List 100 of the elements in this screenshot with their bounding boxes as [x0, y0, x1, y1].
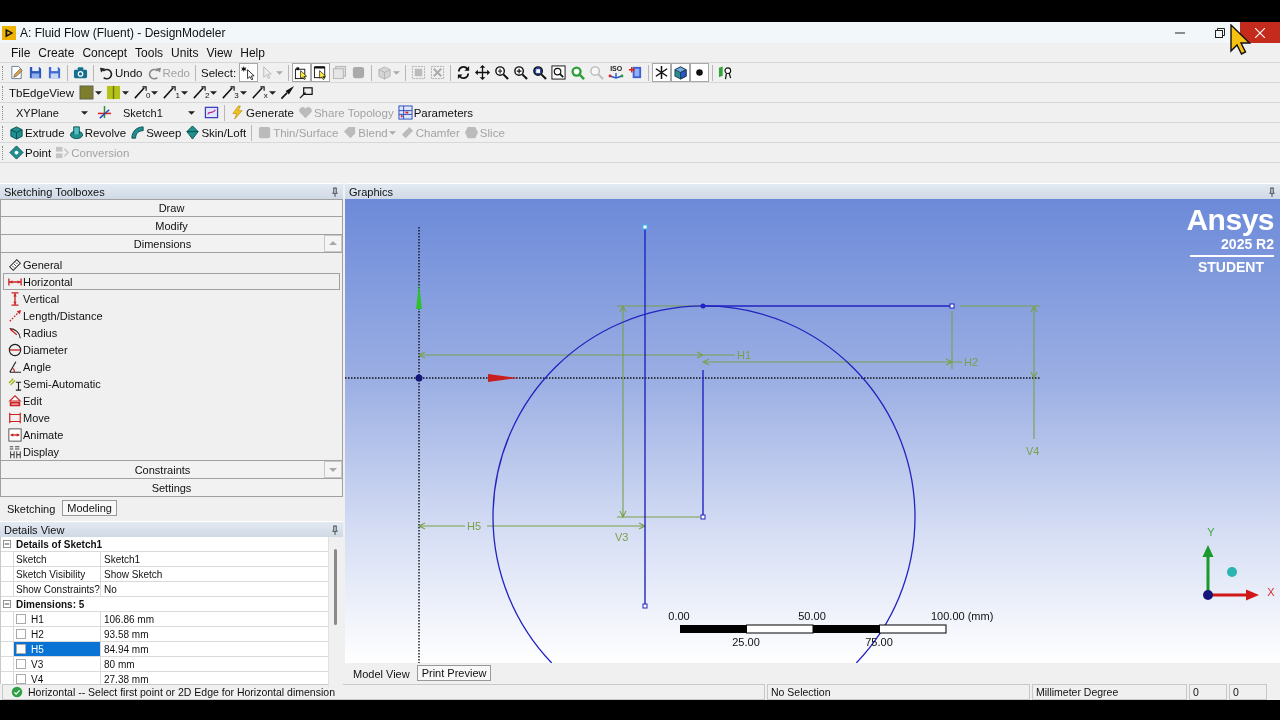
checkbox[interactable] — [16, 629, 26, 639]
generate-button[interactable]: Generate — [228, 103, 296, 122]
property-name-cell[interactable]: H2 — [13, 627, 101, 641]
view-tab[interactable]: Print Preview — [416, 665, 492, 681]
pin-icon[interactable] — [331, 524, 339, 535]
cube-icon — [673, 65, 689, 80]
sweep-button[interactable]: Sweep — [128, 123, 184, 142]
zoom-in-button[interactable] — [511, 63, 531, 82]
toolbox-item[interactable]: Semi-Automatic — [3, 375, 340, 392]
menu-item[interactable]: File — [7, 45, 35, 60]
edge-filter-dropdown[interactable]: 2 — [189, 83, 220, 102]
magnifier-icon — [494, 65, 510, 80]
toolbar-label: TbEdgeView — [8, 86, 75, 99]
property-name-cell[interactable]: Sketch — [13, 552, 101, 566]
property-value-cell[interactable]: No — [101, 582, 328, 596]
axes-icon — [97, 105, 112, 120]
framed-magnifier-icon — [551, 65, 567, 80]
property-value-cell[interactable]: 84.94 mm — [101, 642, 328, 656]
edge-filter-button[interactable] — [311, 63, 331, 82]
checkbox[interactable] — [16, 674, 26, 684]
axis-triad-drawing — [1202, 545, 1259, 601]
toolbox-header[interactable]: Constraints — [0, 461, 343, 479]
menu-item[interactable]: Concept — [78, 45, 132, 60]
close-button[interactable] — [1240, 22, 1280, 43]
property-value-cell[interactable]: 27.38 mm — [101, 672, 328, 686]
property-value-cell[interactable]: 106.86 mm — [101, 612, 328, 626]
toolbox-item[interactable]: General — [3, 256, 340, 273]
zoom-to-fit-button[interactable] — [549, 63, 569, 82]
scrollbar-thumb[interactable] — [334, 549, 337, 625]
zoom-button[interactable] — [492, 63, 512, 82]
model-view-button[interactable] — [671, 63, 691, 82]
property-name-cell[interactable]: H1 — [13, 612, 101, 626]
property-name-cell[interactable]: V3 — [13, 657, 101, 671]
new-plane-button[interactable] — [95, 103, 114, 122]
magnifier-icon — [532, 65, 548, 80]
property-name-cell[interactable]: H5 — [13, 642, 101, 656]
checkbox[interactable] — [16, 644, 26, 654]
toolbox-item[interactable]: Edit — [3, 392, 340, 409]
toolbox-item[interactable]: Move — [3, 409, 340, 426]
dashed-frame-icon — [430, 65, 446, 80]
collapse-icon[interactable] — [3, 540, 11, 548]
skin-loft-button[interactable]: Skin/Loft — [183, 123, 249, 142]
toolbox-item[interactable]: Radius — [3, 324, 340, 341]
dropdown-field[interactable]: Sketch1 — [118, 104, 198, 121]
toolbox-header[interactable]: Settings — [0, 479, 343, 497]
toolbox-header[interactable]: Modify — [0, 217, 343, 235]
edge-filter-dropdown[interactable]: x — [248, 83, 278, 102]
parameters-button[interactable]: Parameters — [395, 103, 476, 122]
edge-filter-dropdown[interactable]: 1 — [160, 83, 190, 102]
menu-item[interactable]: Create — [34, 45, 79, 60]
toolbox-item[interactable]: Length/Distance — [3, 307, 340, 324]
auto-dimension-icon — [8, 376, 22, 391]
edge-filter-dropdown[interactable]: 0 — [131, 83, 161, 102]
menu-item[interactable]: Units — [167, 45, 203, 60]
pan-button[interactable] — [473, 63, 493, 82]
pin-icon[interactable] — [331, 186, 339, 197]
scrollbar[interactable] — [328, 537, 343, 687]
face-color-button[interactable] — [77, 83, 104, 102]
toolbox-item[interactable]: Horizontal — [3, 273, 340, 290]
chamfer-icon — [399, 125, 415, 140]
pin-icon[interactable] — [1268, 186, 1276, 197]
toolbox-item[interactable]: Display — [3, 443, 340, 460]
dropdown-field[interactable]: XYPlane — [11, 104, 91, 121]
edge-filter-dropdown[interactable]: 3 — [219, 83, 249, 102]
panel-tab[interactable]: Modeling — [62, 500, 117, 516]
snap-button[interactable] — [652, 63, 672, 82]
toolbox-header[interactable]: Draw — [0, 199, 343, 217]
toolbox-item[interactable]: Angle — [3, 358, 340, 375]
extrude-button[interactable]: Extrude — [7, 123, 67, 142]
box-zoom-button[interactable] — [530, 63, 550, 82]
menu-item[interactable]: View — [202, 45, 237, 60]
toolbox-item[interactable]: Diameter — [3, 341, 340, 358]
edge-color-button[interactable] — [104, 83, 131, 102]
toolbox-item[interactable]: Animate — [3, 426, 340, 443]
property-name-cell[interactable]: Show Constraints? — [13, 582, 101, 596]
property-value-cell[interactable]: 93.58 mm — [101, 627, 328, 641]
cube-icon — [377, 65, 393, 80]
vertex-filter-button[interactable] — [292, 63, 312, 82]
point-display-button[interactable] — [690, 63, 710, 82]
revolve-button[interactable]: Revolve — [66, 123, 129, 142]
menu-item[interactable]: Tools — [131, 45, 168, 60]
toolbox-item[interactable]: Vertical — [3, 290, 340, 307]
toolbox-header[interactable]: Dimensions — [0, 235, 343, 253]
property-name-cell[interactable]: Sketch Visibility — [13, 567, 101, 581]
point-button[interactable]: Point — [7, 143, 54, 162]
rotate-arrows-icon — [456, 65, 472, 80]
checkbox[interactable] — [16, 659, 26, 669]
axes-icon — [608, 72, 625, 80]
property-value-cell[interactable]: Show Sketch — [101, 567, 328, 581]
animate-icon — [8, 427, 22, 442]
collapse-icon[interactable] — [3, 600, 11, 608]
property-value-cell[interactable]: Sketch1 — [101, 552, 328, 566]
dimension-label: H2 — [964, 356, 979, 368]
property-value-cell[interactable]: 80 mm — [101, 657, 328, 671]
checkbox[interactable] — [16, 614, 26, 624]
undo-button[interactable]: Undo — [97, 63, 145, 82]
menu-item[interactable]: Help — [236, 45, 269, 60]
slanted-line-icon — [221, 85, 237, 100]
select-mode-button[interactable] — [239, 63, 259, 82]
edit-icon — [8, 393, 22, 408]
